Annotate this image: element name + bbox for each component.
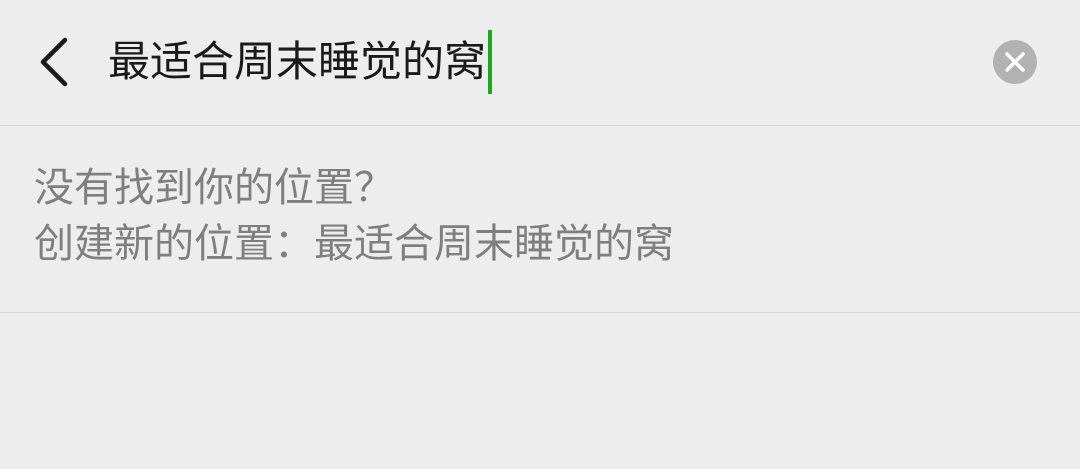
create-location-text: 创建新的位置：最适合周末睡觉的窝 bbox=[34, 216, 1080, 272]
back-button[interactable] bbox=[22, 24, 86, 100]
search-input[interactable]: 最适合周末睡觉的窝 bbox=[108, 26, 493, 98]
create-location-item[interactable]: 没有找到你的位置？ 创建新的位置：最适合周末睡觉的窝 bbox=[0, 126, 1080, 313]
chevron-left-icon bbox=[40, 37, 68, 87]
create-location-prefix: 创建新的位置： bbox=[34, 221, 314, 267]
search-input-value[interactable]: 最适合周末睡觉的窝 bbox=[108, 26, 486, 98]
not-found-text: 没有找到你的位置？ bbox=[34, 165, 394, 211]
close-icon bbox=[1005, 52, 1025, 72]
search-header: 最适合周末睡觉的窝 bbox=[0, 0, 1080, 126]
create-location-name: 最适合周末睡觉的窝 bbox=[314, 221, 674, 267]
clear-search-button[interactable] bbox=[993, 40, 1037, 84]
text-caret bbox=[488, 30, 493, 94]
